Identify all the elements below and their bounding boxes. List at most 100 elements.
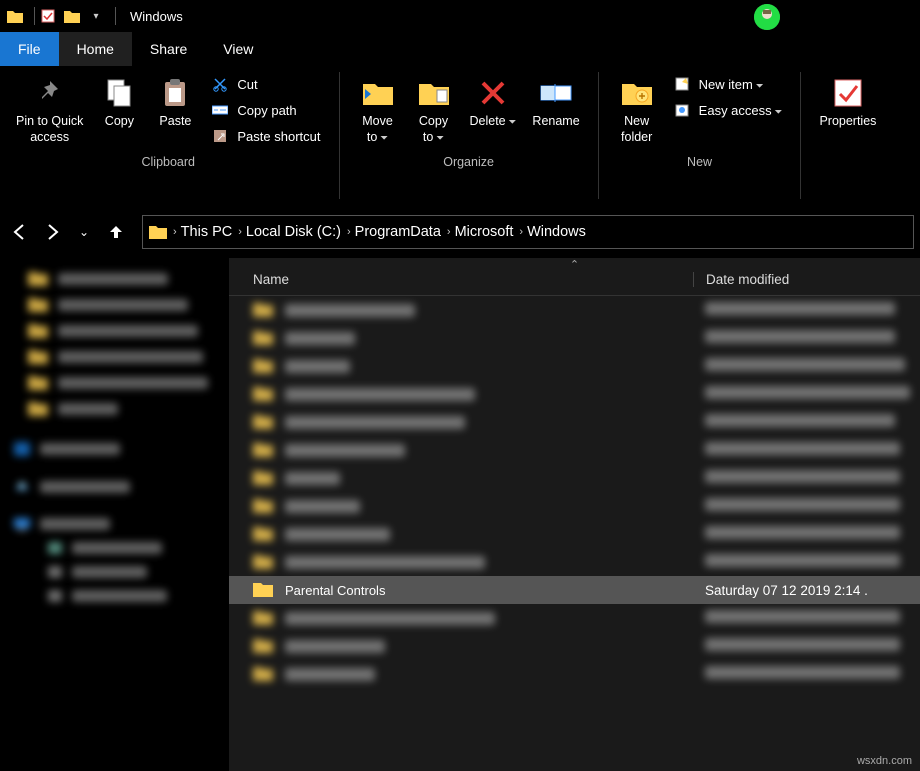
group-separator (339, 72, 340, 199)
easy-access-button[interactable]: Easy access (669, 100, 787, 120)
content-area: ⌃ Name Date modified Parental Controls (0, 258, 920, 771)
new-folder-icon (620, 76, 654, 110)
rename-button[interactable]: Rename (524, 72, 587, 134)
tree-item[interactable] (6, 536, 223, 560)
qat-properties-icon[interactable] (39, 7, 57, 25)
recent-locations-button[interactable]: ⌄ (70, 218, 98, 246)
breadcrumb-item[interactable]: Windows (527, 224, 586, 240)
list-item[interactable] (229, 492, 920, 520)
list-item[interactable] (229, 324, 920, 352)
tree-item[interactable] (6, 560, 223, 584)
pin-icon (33, 76, 67, 110)
qat-dropdown-icon[interactable]: ▾ (87, 7, 105, 25)
separator (34, 7, 35, 25)
group-separator (598, 72, 599, 199)
paste-shortcut-button[interactable]: Paste shortcut (207, 126, 324, 146)
new-item-button[interactable]: New item (669, 74, 787, 94)
copy-path-button[interactable]: Copy path (207, 100, 324, 120)
easy-access-icon (673, 101, 691, 119)
paste-button[interactable]: Paste (147, 72, 203, 134)
watermark: wsxdn.com (857, 755, 912, 767)
list-item[interactable] (229, 660, 920, 688)
scroll-up-indicator: ⌃ (570, 258, 579, 271)
tree-item[interactable] (6, 370, 223, 396)
breadcrumb-item[interactable]: Local Disk (C:)› (246, 224, 351, 240)
copy-button[interactable]: Copy (91, 72, 147, 134)
list-item[interactable] (229, 604, 920, 632)
window-title: Windows (130, 9, 183, 24)
delete-button[interactable]: Delete (462, 72, 525, 134)
column-header-name[interactable]: Name (253, 272, 693, 287)
tree-item[interactable] (6, 266, 223, 292)
group-organize: Move to Copy to Delete Rename O (342, 66, 596, 205)
paste-icon (158, 76, 192, 110)
column-header-date[interactable]: Date modified (693, 272, 910, 287)
address-bar[interactable]: › This PC› Local Disk (C:)› ProgramData›… (142, 215, 914, 249)
file-list[interactable]: ⌃ Name Date modified Parental Controls (229, 258, 920, 771)
new-item-icon (673, 75, 691, 93)
folder-icon (6, 7, 24, 25)
tree-item[interactable] (6, 584, 223, 608)
copy-path-icon (211, 101, 229, 119)
list-item-selected[interactable]: Parental Controls Saturday 07 12 2019 2:… (229, 576, 920, 604)
list-item[interactable] (229, 380, 920, 408)
tab-home[interactable]: Home (59, 32, 132, 66)
breadcrumb-item[interactable]: This PC› (181, 224, 242, 240)
pin-to-quick-access-button[interactable]: Pin to Quick access (8, 72, 91, 149)
folder-icon (253, 581, 275, 599)
navigation-pane[interactable] (0, 258, 229, 771)
copy-icon (102, 76, 136, 110)
group-label-clipboard: Clipboard (141, 155, 195, 169)
new-folder-button[interactable]: New folder (609, 72, 665, 149)
tree-item[interactable] (6, 292, 223, 318)
tab-share[interactable]: Share (132, 32, 205, 66)
list-item[interactable] (229, 464, 920, 492)
folder-icon (149, 224, 167, 240)
tree-item[interactable] (6, 344, 223, 370)
forward-button[interactable] (38, 218, 66, 246)
file-date: Saturday 07 12 2019 2:14 . (693, 583, 910, 598)
rename-icon (539, 76, 573, 110)
move-to-icon (361, 76, 395, 110)
list-item[interactable] (229, 548, 920, 576)
user-avatar[interactable] (754, 4, 780, 30)
paste-shortcut-icon (211, 127, 229, 145)
up-button[interactable] (102, 218, 130, 246)
tree-item[interactable] (6, 396, 223, 422)
properties-icon (831, 76, 865, 110)
copy-to-button[interactable]: Copy to (406, 72, 462, 149)
group-separator (800, 72, 801, 199)
breadcrumb-item[interactable]: ProgramData› (355, 224, 451, 240)
list-item[interactable] (229, 352, 920, 380)
tree-item[interactable] (6, 476, 223, 498)
group-new: New folder New item Easy access New (601, 66, 799, 205)
title-bar: ▾ Windows (0, 0, 920, 32)
delete-icon (476, 76, 510, 110)
chevron-right-icon[interactable]: › (173, 226, 177, 238)
qat-folder-icon[interactable] (63, 7, 81, 25)
separator (115, 7, 116, 25)
group-clipboard: Pin to Quick access Copy Paste (0, 66, 337, 205)
ribbon-tabs: File Home Share View (0, 32, 920, 66)
back-button[interactable] (6, 218, 34, 246)
tab-file[interactable]: File (0, 32, 59, 66)
navigation-bar: ⌄ › This PC› Local Disk (C:)› ProgramDat… (0, 206, 920, 258)
list-item[interactable] (229, 520, 920, 548)
scissors-icon (211, 75, 229, 93)
list-item[interactable] (229, 436, 920, 464)
move-to-button[interactable]: Move to (350, 72, 406, 149)
properties-button[interactable]: Properties (811, 72, 884, 134)
list-item[interactable] (229, 408, 920, 436)
tree-item[interactable] (6, 512, 223, 536)
tree-item[interactable] (6, 318, 223, 344)
tree-item[interactable] (6, 436, 223, 462)
cut-button[interactable]: Cut (207, 74, 324, 94)
breadcrumb-item[interactable]: Microsoft› (455, 224, 524, 240)
tab-view[interactable]: View (205, 32, 271, 66)
group-label-organize: Organize (443, 155, 494, 169)
list-item[interactable] (229, 632, 920, 660)
file-name: Parental Controls (285, 583, 385, 598)
ribbon: Pin to Quick access Copy Paste (0, 66, 920, 206)
list-item[interactable] (229, 296, 920, 324)
copy-to-icon (417, 76, 451, 110)
